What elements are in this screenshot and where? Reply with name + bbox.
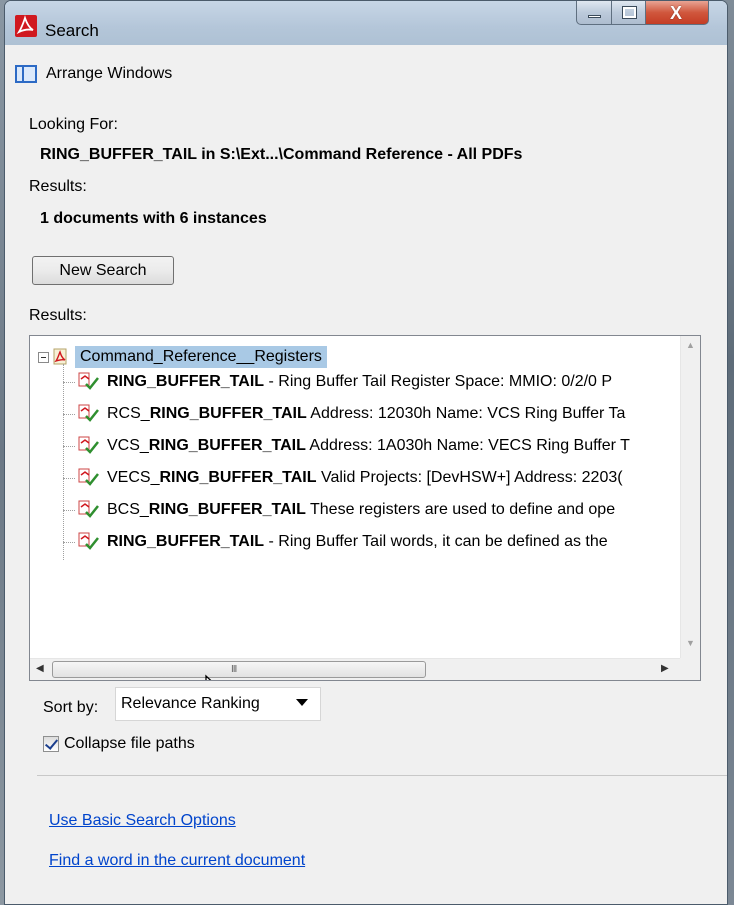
result-item[interactable]: RING_BUFFER_TAIL - Ring Buffer Tail Regi… <box>63 369 613 395</box>
result-snippet: Valid Projects: [DevHSW+] Address: 2203( <box>316 469 623 486</box>
tree-connector <box>63 382 75 383</box>
search-hit-icon <box>77 435 101 457</box>
tree-connector <box>63 542 75 543</box>
results-tree-content: Command_Reference__Registers RING_BUFFER… <box>30 336 681 659</box>
scrollbar-corner <box>680 658 700 680</box>
result-snippet: Address: 1A030h Name: VECS Ring Buffer T <box>305 437 630 454</box>
search-hit-icon <box>77 371 101 393</box>
result-match: RING_BUFFER_TAIL <box>148 437 306 454</box>
minimize-icon <box>588 15 601 18</box>
maximize-icon <box>622 6 637 19</box>
collapse-file-paths-option[interactable]: Collapse file paths <box>43 735 195 753</box>
horizontal-scroll-thumb[interactable]: III <box>52 661 426 678</box>
looking-for-value: RING_BUFFER_TAIL in S:\Ext...\Command Re… <box>40 146 523 163</box>
tree-root-label: Command_Reference__Registers <box>75 346 327 368</box>
result-item[interactable]: RING_BUFFER_TAIL - Ring Buffer Tail word… <box>63 529 608 555</box>
tree-connector <box>63 510 75 511</box>
title-bar[interactable]: Search X <box>5 1 727 45</box>
result-prefix: VECS_ <box>107 469 160 486</box>
scroll-left-icon[interactable]: ◀ <box>36 663 44 674</box>
mouse-pointer-icon <box>205 674 212 680</box>
search-window: Search X Arrange Windows Looking For: RI… <box>4 0 728 905</box>
arrange-windows-icon <box>15 65 37 83</box>
result-item[interactable]: RCS_RING_BUFFER_TAIL Address: 12030h Nam… <box>63 401 626 427</box>
collapse-file-paths-checkbox[interactable] <box>43 736 59 752</box>
result-match: RING_BUFFER_TAIL <box>107 533 265 550</box>
pdf-document-icon <box>51 348 69 366</box>
collapse-toggle-icon[interactable] <box>38 351 49 363</box>
tree-connector <box>63 478 75 479</box>
result-match: RING_BUFFER_TAIL <box>159 469 317 486</box>
results-list-label: Results: <box>29 307 87 324</box>
vertical-scrollbar[interactable]: ▲ ▼ <box>680 336 700 659</box>
result-prefix: RCS_ <box>107 405 150 422</box>
close-icon: X <box>670 3 683 23</box>
result-item[interactable]: VECS_RING_BUFFER_TAIL Valid Projects: [D… <box>63 465 623 491</box>
tree-connector <box>63 446 75 447</box>
looking-for-label: Looking For: <box>29 116 118 133</box>
scroll-up-icon[interactable]: ▲ <box>686 340 695 350</box>
result-snippet: - Ring Buffer Tail words, it can be defi… <box>264 533 608 550</box>
results-summary-value: 1 documents with 6 instances <box>40 210 267 227</box>
sort-by-value: Relevance Ranking <box>121 695 260 712</box>
results-tree[interactable]: Command_Reference__Registers RING_BUFFER… <box>29 335 701 681</box>
search-hit-icon <box>77 403 101 425</box>
results-summary-label: Results: <box>29 178 87 195</box>
sort-by-dropdown[interactable]: Relevance Ranking <box>115 687 321 721</box>
minimize-button[interactable] <box>576 1 612 25</box>
scroll-right-icon[interactable]: ▶ <box>661 663 669 674</box>
result-snippet: - Ring Buffer Tail Register Space: MMIO:… <box>264 373 613 390</box>
result-match: RING_BUFFER_TAIL <box>148 501 306 518</box>
scroll-down-icon[interactable]: ▼ <box>686 638 695 648</box>
search-hit-icon <box>77 499 101 521</box>
result-prefix: VCS_ <box>107 437 149 454</box>
search-hit-icon <box>77 531 101 553</box>
arrange-windows-label: Arrange Windows <box>46 65 173 82</box>
tree-root-document[interactable]: Command_Reference__Registers <box>38 344 327 370</box>
acrobat-app-icon <box>15 15 37 37</box>
scroll-grip: III <box>231 664 237 675</box>
maximize-button[interactable] <box>611 1 646 25</box>
search-panel: Arrange Windows Looking For: RING_BUFFER… <box>5 45 727 904</box>
separator <box>37 775 727 776</box>
result-match: RING_BUFFER_TAIL <box>107 373 265 390</box>
new-search-button[interactable]: New Search <box>32 256 174 285</box>
find-word-in-document-link[interactable]: Find a word in the current document <box>49 852 305 870</box>
result-match: RING_BUFFER_TAIL <box>149 405 307 422</box>
result-item[interactable]: VCS_RING_BUFFER_TAIL Address: 1A030h Nam… <box>63 433 630 459</box>
close-button[interactable]: X <box>645 1 709 25</box>
horizontal-scrollbar[interactable]: ◀ III ▶ <box>30 658 681 680</box>
arrange-windows-button[interactable]: Arrange Windows <box>15 65 172 83</box>
use-basic-search-options-link[interactable]: Use Basic Search Options <box>49 812 236 830</box>
dropdown-arrow-icon <box>296 699 308 706</box>
tree-connector <box>63 414 75 415</box>
search-hit-icon <box>77 467 101 489</box>
result-snippet: Address: 12030h Name: VCS Ring Buffer Ta <box>306 405 626 422</box>
result-item[interactable]: BCS_RING_BUFFER_TAIL These registers are… <box>63 497 616 523</box>
sort-by-label: Sort by: <box>43 699 99 716</box>
window-title: Search <box>45 21 99 40</box>
collapse-file-paths-label: Collapse file paths <box>64 735 195 752</box>
result-prefix: BCS_ <box>107 501 149 518</box>
tree-connector <box>63 364 64 560</box>
result-snippet: These registers are used to define and o… <box>305 501 616 518</box>
